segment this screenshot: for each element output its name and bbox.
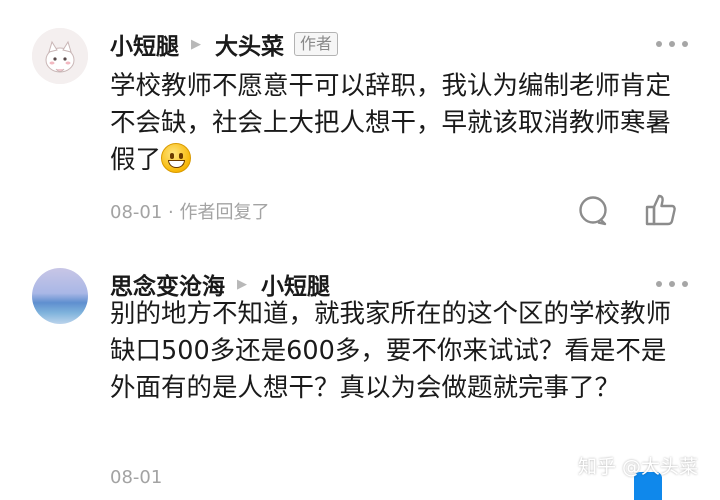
more-options-icon[interactable] <box>656 34 688 54</box>
more-options-icon[interactable] <box>656 274 688 294</box>
like-icon[interactable] <box>644 192 678 226</box>
reply-arrow-icon: ▶ <box>191 36 201 52</box>
reply-to-name[interactable]: 大头菜 <box>215 27 284 61</box>
comment-header: 小短腿 ▶ 大头菜 作者 <box>110 26 339 62</box>
avatar[interactable] <box>32 28 88 84</box>
watermark: 知乎 @大头菜 <box>577 456 698 478</box>
comment-meta: 08-01 <box>110 467 163 488</box>
comment-meta: 08-01 · 作者回复了 <box>110 202 270 223</box>
comment-item: 小短腿 ▶ 大头菜 作者 学校教师不愿意干可以辞职，我认为编制老师肯定不会缺，社… <box>0 0 720 240</box>
reply-icon[interactable] <box>576 194 610 228</box>
author-name[interactable]: 小短腿 <box>110 27 179 61</box>
avatar[interactable] <box>32 268 88 324</box>
author-badge: 作者 <box>294 32 339 56</box>
comment-text: 别的地方不知道，就我家所在的这个区的学校教师缺口500多还是600多，要不你来试… <box>110 299 672 403</box>
comment-text: 学校教师不愿意干可以辞职，我认为编制老师肯定不会缺，社会上大把人想干，早就该取消… <box>110 71 672 175</box>
grinning-face-icon <box>161 143 192 173</box>
reply-arrow-icon: ▶ <box>237 276 247 292</box>
